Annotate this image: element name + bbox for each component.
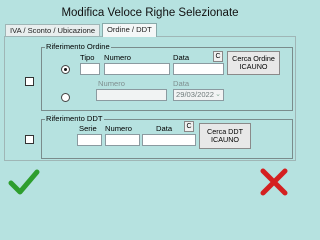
order-numero-input[interactable] xyxy=(104,63,170,75)
order-c-button[interactable]: C xyxy=(213,51,223,62)
cancel-button[interactable] xyxy=(258,167,290,197)
order-row2-numero-input[interactable] xyxy=(96,89,167,101)
data-label: Data xyxy=(173,53,190,62)
tab-ordine-ddt[interactable]: Ordine / DDT xyxy=(102,23,157,37)
ddt-search-line2: ICAUNO xyxy=(211,135,239,144)
confirm-button[interactable] xyxy=(8,167,40,197)
ddt-search-button[interactable]: Cerca DDT ICAUNO xyxy=(199,123,251,149)
ddt-serie-input[interactable] xyxy=(77,134,102,146)
order-row2-numero-label: Numero xyxy=(98,79,126,88)
tipo-label: Tipo xyxy=(80,53,95,62)
ddt-numero-input[interactable] xyxy=(105,134,140,146)
ddt-ref-checkbox[interactable] xyxy=(25,135,34,144)
order-search-line2: ICAUNO xyxy=(239,62,268,71)
order-data-input[interactable] xyxy=(173,63,224,75)
order-row1-radio[interactable] xyxy=(61,65,70,74)
window-title: Modifica Veloce Righe Selezionate xyxy=(61,7,239,19)
ddt-data-input[interactable] xyxy=(142,134,196,146)
order-row2-data-select[interactable]: 29/03/2022 ⌄ xyxy=(173,89,224,101)
tab-panel: Riferimento Ordine Tipo Numero Data C Ce… xyxy=(4,36,296,161)
ddt-ref-legend: Riferimento DDT xyxy=(45,114,104,123)
order-row2-radio[interactable] xyxy=(61,93,70,102)
ddt-numero-label: Numero xyxy=(105,124,133,133)
numero-label: Numero xyxy=(104,53,132,62)
order-search-button[interactable]: Cerca Ordine ICAUNO xyxy=(227,51,280,75)
ddt-c-button[interactable]: C xyxy=(184,121,194,132)
check-icon xyxy=(8,169,40,195)
order-row2-data-label: Data xyxy=(173,79,190,88)
order-tipo-input[interactable] xyxy=(80,63,100,75)
order-ref-checkbox[interactable] xyxy=(25,77,34,86)
chevron-down-icon: ⌄ xyxy=(215,91,221,98)
order-ref-legend: Riferimento Ordine xyxy=(45,42,111,51)
close-icon xyxy=(260,168,288,196)
order-row2-data-value: 29/03/2022 xyxy=(176,90,215,99)
serie-label: Serie xyxy=(79,124,97,133)
ddt-data-label: Data xyxy=(156,124,173,133)
